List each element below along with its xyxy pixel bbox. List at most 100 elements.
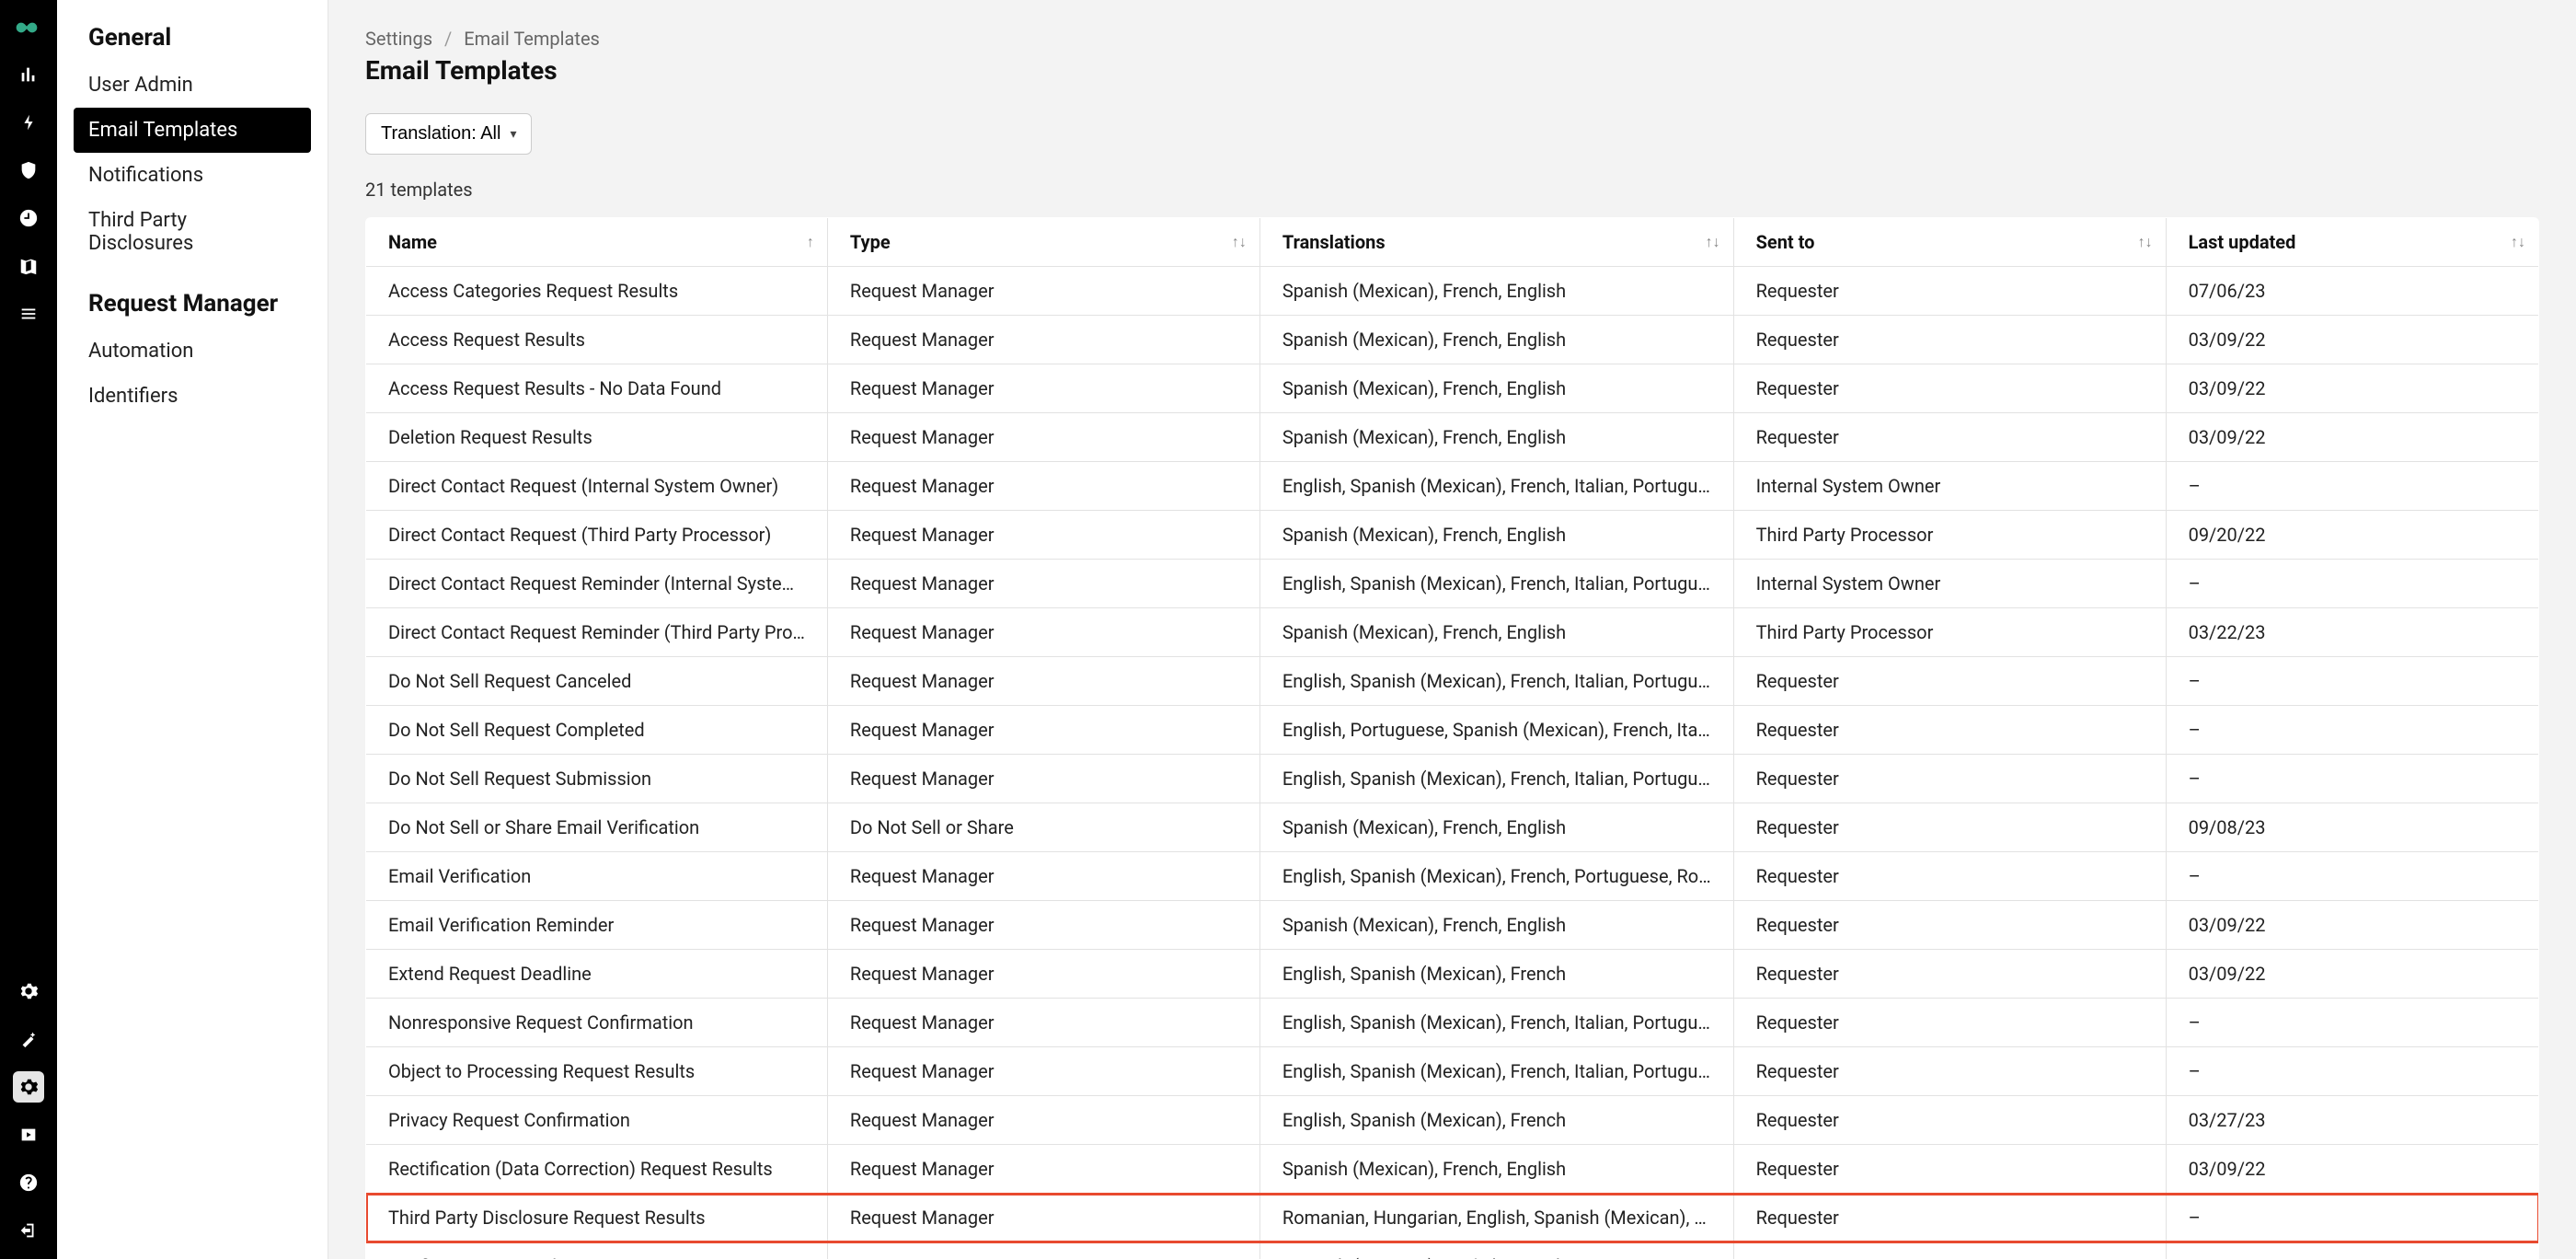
cell-sent_to: Requester xyxy=(1733,657,2166,706)
cell-name: Do Not Sell or Share Email Verification xyxy=(366,803,828,852)
table-row[interactable]: Rectification (Data Correction) Request … xyxy=(366,1145,2539,1194)
sidebar-item-automation[interactable]: Automation xyxy=(74,329,311,374)
cell-sent_to: Requester xyxy=(1733,901,2166,950)
table-row[interactable]: Direct Contact Request (Third Party Proc… xyxy=(366,511,2539,560)
cell-translations: Spanish (Mexican), French, English xyxy=(1259,901,1733,950)
nav-video-icon[interactable] xyxy=(13,1119,44,1150)
sidebar-item-email-templates[interactable]: Email Templates xyxy=(74,108,311,153)
table-row[interactable]: Direct Contact Request Reminder (Third P… xyxy=(366,608,2539,657)
cell-sent_to: Requester xyxy=(1733,316,2166,364)
cell-sent_to: Requester xyxy=(1733,803,2166,852)
sort-icon: ↑↓ xyxy=(1706,233,1720,251)
breadcrumb-settings[interactable]: Settings xyxy=(365,28,432,50)
table-row[interactable]: Email Verification ReminderRequest Manag… xyxy=(366,901,2539,950)
cell-name: Email Verification Reminder xyxy=(366,901,828,950)
cell-translations: Spanish (Mexican), French, English xyxy=(1259,267,1733,316)
nav-bolt-icon[interactable] xyxy=(13,107,44,138)
table-row[interactable]: Object to Processing Request ResultsRequ… xyxy=(366,1047,2539,1096)
table-row[interactable]: Extend Request DeadlineRequest ManagerEn… xyxy=(366,950,2539,999)
cell-last_updated: 03/09/22 xyxy=(2166,413,2538,462)
cell-last_updated: – xyxy=(2166,852,2538,901)
cell-name: Deletion Request Results xyxy=(366,413,828,462)
col-header-translations[interactable]: Translations↑↓ xyxy=(1259,218,1733,267)
cell-translations: English, Portuguese, Spanish (Mexican), … xyxy=(1259,706,1733,755)
sidebar: General User AdminEmail TemplatesNotific… xyxy=(57,0,328,1259)
sidebar-item-notifications[interactable]: Notifications xyxy=(74,153,311,198)
cell-type: Request Manager xyxy=(827,852,1259,901)
col-header-name[interactable]: Name↑ xyxy=(366,218,828,267)
cell-translations: Spanish (Mexican), French, English xyxy=(1259,803,1733,852)
nav-shield-icon[interactable] xyxy=(13,155,44,186)
nav-settings-icon[interactable] xyxy=(13,1071,44,1103)
cell-name: Email Verification xyxy=(366,852,828,901)
cell-name: Rectification (Data Correction) Request … xyxy=(366,1145,828,1194)
template-count: 21 templates xyxy=(365,179,2539,201)
col-header-last-updated[interactable]: Last updated↑↓ xyxy=(2166,218,2538,267)
cell-name: Do Not Sell Request Submission xyxy=(366,755,828,803)
col-header-type[interactable]: Type↑↓ xyxy=(827,218,1259,267)
cell-sent_to: Requester xyxy=(1733,706,2166,755)
page-title: Email Templates xyxy=(365,55,2539,86)
cell-translations: English, Spanish (Mexican), French, Ital… xyxy=(1259,999,1733,1047)
table-row[interactable]: Do Not Sell Request CanceledRequest Mana… xyxy=(366,657,2539,706)
cell-last_updated: 03/09/22 xyxy=(2166,1242,2538,1259)
translation-filter-button[interactable]: Translation: All ▾ xyxy=(365,113,532,155)
table-row[interactable]: Do Not Sell Request CompletedRequest Man… xyxy=(366,706,2539,755)
sidebar-item-user-admin[interactable]: User Admin xyxy=(74,63,311,108)
cell-translations: Spanish (Mexican), French, English xyxy=(1259,364,1733,413)
table-row[interactable]: Do Not Sell or Share Email VerificationD… xyxy=(366,803,2539,852)
table-row[interactable]: Access Request ResultsRequest ManagerSpa… xyxy=(366,316,2539,364)
cell-name: Object to Processing Request Results xyxy=(366,1047,828,1096)
col-header-sent-to[interactable]: Sent to↑↓ xyxy=(1733,218,2166,267)
table-row[interactable]: Direct Contact Request Reminder (Interna… xyxy=(366,560,2539,608)
cell-translations: Spanish (Mexican), French, English xyxy=(1259,413,1733,462)
cell-type: Request Manager xyxy=(827,950,1259,999)
app-nav xyxy=(0,0,57,1259)
table-row[interactable]: Access Request Results - No Data FoundRe… xyxy=(366,364,2539,413)
table-row[interactable]: Third Party Disclosure Request ResultsRe… xyxy=(366,1194,2539,1242)
breadcrumb-email-templates[interactable]: Email Templates xyxy=(464,28,600,50)
table-row[interactable]: Email VerificationRequest ManagerEnglish… xyxy=(366,852,2539,901)
nav-analytics-icon[interactable] xyxy=(13,59,44,90)
table-row[interactable]: Access Categories Request ResultsRequest… xyxy=(366,267,2539,316)
nav-list-icon[interactable] xyxy=(13,298,44,329)
cell-last_updated: – xyxy=(2166,755,2538,803)
sidebar-section-request-manager: Request Manager xyxy=(74,290,311,318)
sidebar-item-third-party-disclosures[interactable]: Third Party Disclosures xyxy=(74,198,311,266)
cell-sent_to: Third Party Processor xyxy=(1733,511,2166,560)
table-row[interactable]: Privacy Request ConfirmationRequest Mana… xyxy=(366,1096,2539,1145)
cell-name: Access Request Results - No Data Found xyxy=(366,364,828,413)
nav-settings-gear-icon[interactable] xyxy=(13,976,44,1007)
cell-translations: Spanish (Mexican), French, English xyxy=(1259,511,1733,560)
table-row[interactable]: Verification RejectedRequest ManagerSpan… xyxy=(366,1242,2539,1259)
table-row[interactable]: Deletion Request ResultsRequest ManagerS… xyxy=(366,413,2539,462)
nav-help-icon[interactable] xyxy=(13,1167,44,1198)
cell-type: Request Manager xyxy=(827,755,1259,803)
cell-sent_to: Internal System Owner xyxy=(1733,560,2166,608)
cell-last_updated: 03/09/22 xyxy=(2166,316,2538,364)
cell-last_updated: – xyxy=(2166,1194,2538,1242)
cell-sent_to: Requester xyxy=(1733,755,2166,803)
table-row[interactable]: Nonresponsive Request ConfirmationReques… xyxy=(366,999,2539,1047)
cell-name: Privacy Request Confirmation xyxy=(366,1096,828,1145)
cell-type: Request Manager xyxy=(827,364,1259,413)
cell-sent_to: Requester xyxy=(1733,364,2166,413)
table-row[interactable]: Do Not Sell Request SubmissionRequest Ma… xyxy=(366,755,2539,803)
sort-icon: ↑↓ xyxy=(1232,233,1247,251)
cell-sent_to: Requester xyxy=(1733,852,2166,901)
cell-type: Request Manager xyxy=(827,608,1259,657)
nav-wand-icon[interactable] xyxy=(13,1023,44,1055)
table-row[interactable]: Direct Contact Request (Internal System … xyxy=(366,462,2539,511)
cell-name: Extend Request Deadline xyxy=(366,950,828,999)
cell-type: Request Manager xyxy=(827,462,1259,511)
nav-clock-icon[interactable] xyxy=(13,202,44,234)
cell-name: Verification Rejected xyxy=(366,1242,828,1259)
cell-sent_to: Requester xyxy=(1733,1096,2166,1145)
cell-translations: Spanish (Mexican), French, English xyxy=(1259,1145,1733,1194)
nav-map-icon[interactable] xyxy=(13,250,44,282)
cell-translations: English, Spanish (Mexican), French, Ital… xyxy=(1259,1047,1733,1096)
cell-last_updated: 03/09/22 xyxy=(2166,950,2538,999)
nav-logout-icon[interactable] xyxy=(13,1215,44,1246)
sidebar-item-identifiers[interactable]: Identifiers xyxy=(74,374,311,419)
cell-name: Access Request Results xyxy=(366,316,828,364)
